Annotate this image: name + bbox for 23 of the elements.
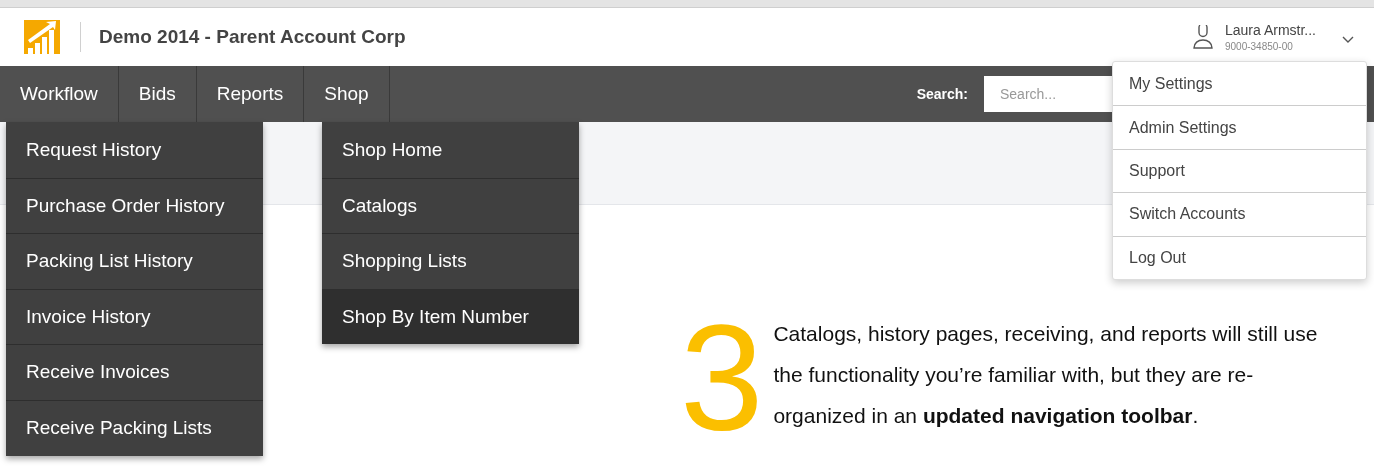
menu-item[interactable]: Switch Accounts: [1113, 192, 1366, 236]
menu-item[interactable]: Purchase Order History: [6, 177, 263, 234]
callout-text: Catalogs, history pages, receiving, and reports will still use the functionality you’re familiar with, but they are re-organized in an updated navigation toolbar.: [773, 321, 1319, 429]
menu-item[interactable]: Log Out: [1113, 235, 1366, 279]
menu-item[interactable]: Shop By Item Number: [322, 288, 579, 345]
menu-item[interactable]: Packing List History: [6, 233, 263, 289]
user-name[interactable]: Laura Armstr...: [1224, 20, 1316, 39]
menu-item[interactable]: Invoice History: [6, 288, 263, 345]
logo-icon: [24, 20, 60, 54]
account-number: 9000-34850-00: [1224, 39, 1294, 54]
search-label: Search:: [916, 84, 968, 104]
user-icon: [1192, 25, 1213, 49]
chevron-down-icon[interactable]: [1342, 36, 1354, 44]
account-title: Demo 2014 - Parent Account Corp: [99, 24, 406, 49]
menu-item[interactable]: Receive Invoices: [6, 344, 263, 400]
menu-item[interactable]: Receive Packing Lists: [6, 399, 263, 456]
menu-item[interactable]: Shopping Lists: [322, 233, 579, 289]
menu-item[interactable]: Support: [1113, 148, 1366, 193]
step-number: 3: [680, 313, 764, 443]
menu-item[interactable]: Request History: [6, 122, 263, 178]
menu-item[interactable]: Admin Settings: [1113, 105, 1366, 149]
menu-item[interactable]: Shop Home: [322, 122, 579, 178]
menu-item[interactable]: Catalogs: [322, 177, 579, 234]
